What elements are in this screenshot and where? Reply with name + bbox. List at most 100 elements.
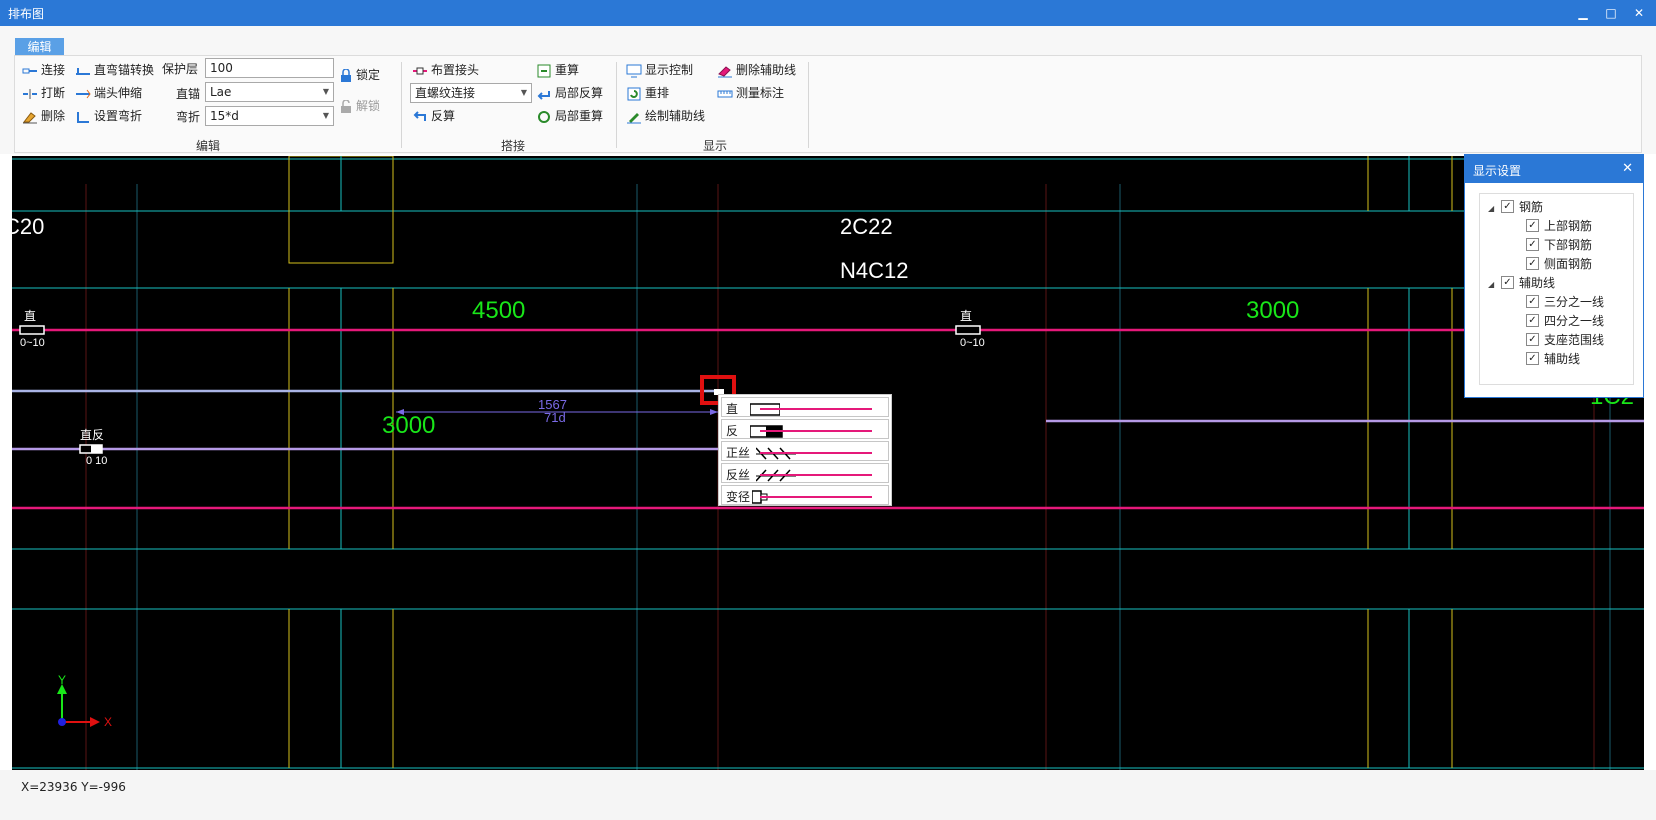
local-recalc-button[interactable]: 局部重算 [536, 106, 603, 126]
lock-button[interactable]: 锁定 [339, 65, 380, 85]
tree-item-third-line[interactable]: ✓ 三分之一线 [1526, 293, 1604, 311]
checkbox-side-rebar[interactable]: ✓ [1526, 257, 1539, 270]
anchor-label: 直锚 [176, 87, 201, 101]
dim-multiple: 71d [544, 410, 566, 425]
joint-label-straight-reverse: 直反 [80, 428, 104, 442]
convert-icon [76, 67, 90, 75]
recalc-button[interactable]: 重算 [536, 60, 579, 80]
group-edit-label: 编辑 [196, 139, 221, 153]
delete-aux-line-button[interactable]: 删除辅助线 [717, 60, 796, 80]
extend-icon [76, 89, 91, 98]
tree-item-bottom-rebar[interactable]: ✓ 下部钢筋 [1526, 236, 1592, 254]
window-title: 排布图 [8, 7, 45, 21]
straight-bend-convert-button[interactable]: 直弯锚转换 [75, 60, 154, 80]
close-button[interactable]: ✕ [1630, 4, 1648, 22]
rebar-line [760, 452, 872, 454]
joint-icon [413, 67, 427, 74]
maximize-button[interactable]: □ [1602, 4, 1620, 22]
checkbox-quarter-line[interactable]: ✓ [1526, 314, 1539, 327]
display-settings-panel: 显示设置 ✕ ◢ ✓ 钢筋 ✓ 上部钢筋 ✓ 下部钢筋 ✓ 侧面钢筋 ◢ ✓ 辅助线 ✓ 三分之… [1464, 154, 1644, 398]
bend-select[interactable]: 15*d ▼ [205, 106, 334, 126]
local-reverse-button[interactable]: 局部反算 [536, 83, 603, 103]
ruler-icon [717, 90, 733, 97]
joint-marker-straight[interactable] [955, 325, 981, 335]
checkbox-aux-line[interactable]: ✓ [1526, 352, 1539, 365]
menu-item-reverse[interactable]: 反 [721, 419, 889, 439]
tree-item-top-rebar[interactable]: ✓ 上部钢筋 [1526, 217, 1592, 235]
status-bar: X=23936 Y=-996 [0, 770, 1656, 820]
joint-marker-straight[interactable] [19, 325, 45, 335]
axis-gizmo: Y X [57, 673, 112, 729]
divider [616, 62, 617, 148]
rebar-line [760, 496, 872, 498]
delete-button[interactable]: 删除 [22, 106, 65, 126]
measure-button[interactable]: 测量标注 [717, 83, 784, 103]
group-display-label: 显示 [703, 139, 728, 153]
joint-label-straight: 直 [960, 309, 972, 323]
menu-item-reverse-thread[interactable]: 反丝 [721, 463, 889, 483]
anchor-select[interactable]: Lae ▼ [205, 82, 334, 102]
draw-aux-line-button[interactable]: 绘制辅助线 [626, 106, 705, 126]
display-settings-header: 显示设置 ✕ [1465, 155, 1643, 183]
unlock-button[interactable]: 解锁 [339, 96, 380, 116]
connect-button[interactable]: 连接 [22, 60, 65, 80]
checkbox-rebar[interactable]: ✓ [1501, 200, 1514, 213]
joint-range: 0~10 [960, 337, 985, 349]
end-extend-button[interactable]: 端头伸缩 [75, 83, 142, 103]
tree-item-aux-line[interactable]: ✓ 辅助线 [1526, 350, 1580, 368]
tree-item-rebar[interactable]: ◢ ✓ 钢筋 [1488, 198, 1543, 216]
coordinate-readout: X=23936 Y=-996 [21, 780, 126, 794]
chevron-down-icon: ▼ [520, 88, 527, 97]
tree-item-aux[interactable]: ◢ ✓ 辅助线 [1488, 274, 1555, 292]
joint-marker-reverse-fill [91, 445, 102, 453]
checkbox-third-line[interactable]: ✓ [1526, 295, 1539, 308]
connect-icon [22, 68, 37, 73]
display-control-button[interactable]: 显示控制 [626, 60, 693, 80]
cover-input[interactable]: 100 [205, 58, 334, 78]
divider [401, 62, 402, 148]
chevron-down-icon: ▼ [322, 87, 329, 96]
joint-range: 0~10 [20, 337, 45, 349]
minimize-button[interactable]: ▁ [1574, 4, 1592, 22]
joint-type-menu: 直 反 正丝 反丝 变径 [718, 394, 892, 506]
splice-type-select[interactable]: 直螺纹连接 ▼ [410, 83, 532, 103]
collapse-icon[interactable]: ◢ [1488, 200, 1498, 218]
monitor-icon [626, 64, 642, 77]
pencil-icon [627, 112, 641, 123]
collapse-icon[interactable]: ◢ [1488, 276, 1498, 294]
rearrange-button[interactable]: 重排 [626, 83, 669, 103]
group-splice-label: 搭接 [501, 139, 526, 153]
set-bend-button[interactable]: 设置弯折 [75, 106, 142, 126]
checkbox-top-rebar[interactable]: ✓ [1526, 219, 1539, 232]
axis-y-label: Y [58, 673, 66, 687]
menu-item-reducer[interactable]: 变径 [721, 485, 889, 505]
menu-item-straight[interactable]: 直 [721, 397, 889, 417]
joint-range: 0 10 [86, 455, 107, 467]
break-button[interactable]: 打断 [22, 83, 65, 103]
bend-icon [77, 111, 89, 123]
dimension-3000-right: 3000 [1246, 297, 1299, 324]
tree-item-side-rebar[interactable]: ✓ 侧面钢筋 [1526, 255, 1592, 273]
label-2c22: 2C22 [840, 214, 893, 239]
checkbox-support-line[interactable]: ✓ [1526, 333, 1539, 346]
place-joint-button[interactable]: 布置接头 [412, 60, 479, 80]
axis-x-label: X [104, 715, 112, 729]
eraser-icon [718, 65, 732, 77]
divider [808, 62, 809, 148]
checkbox-bottom-rebar[interactable]: ✓ [1526, 238, 1539, 251]
tree-item-support-line[interactable]: ✓ 支座范围线 [1526, 331, 1604, 349]
close-icon[interactable]: ✕ [1622, 161, 1633, 176]
checkbox-aux[interactable]: ✓ [1501, 276, 1514, 289]
menu-item-forward-thread[interactable]: 正丝 [721, 441, 889, 461]
rebar-line [760, 474, 872, 476]
break-icon [23, 88, 37, 99]
dimension-4500: 4500 [472, 297, 525, 324]
refresh-icon [538, 110, 550, 123]
local-reverse-icon [537, 90, 550, 100]
rebar-line [760, 408, 872, 410]
undo-arrow-icon [413, 110, 426, 121]
reverse-calc-button[interactable]: 反算 [412, 106, 455, 126]
chevron-down-icon: ▼ [322, 111, 329, 120]
tree-item-quarter-line[interactable]: ✓ 四分之一线 [1526, 312, 1604, 330]
label-c20: C20 [12, 214, 44, 239]
